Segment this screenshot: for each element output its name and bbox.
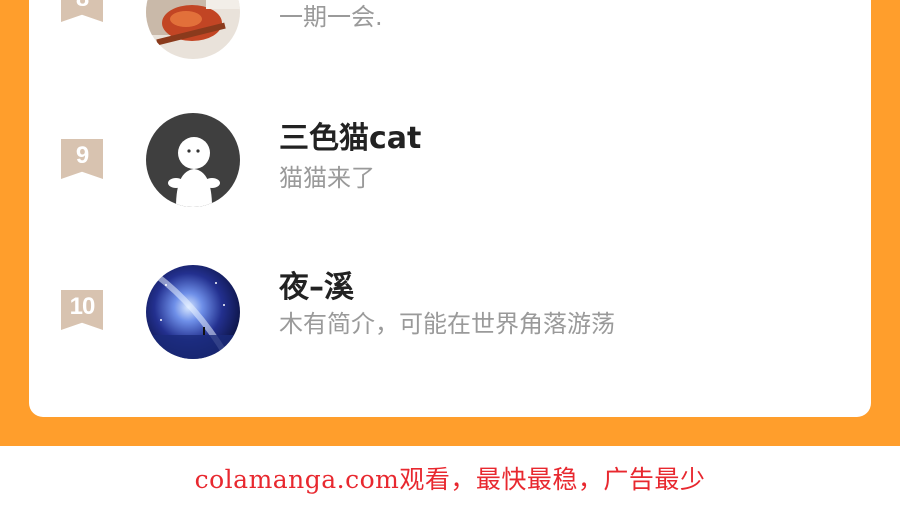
rank-number: 9 [75, 142, 89, 169]
watermark-bar: colamanga.com观看，最快最稳，广告最少 [0, 446, 900, 506]
orange-frame: 8 一期一会. 9 [0, 0, 900, 446]
user-bio: 一期一会. [279, 3, 383, 31]
rank-number: 10 [69, 293, 96, 320]
ranking-card: 8 一期一会. 9 [29, 0, 871, 417]
galaxy-avatar-icon [146, 265, 240, 359]
avatar[interactable] [146, 265, 240, 359]
user-name[interactable]: 三色猫cat [279, 113, 421, 157]
default-ghost-avatar-icon [146, 113, 240, 207]
rank-badge: 9 [61, 139, 103, 179]
rank-badge: 10 [61, 290, 103, 330]
avatar[interactable] [146, 0, 240, 59]
food-photo-avatar-icon [146, 0, 240, 59]
avatar[interactable] [146, 113, 240, 207]
list-item[interactable]: 8 一期一会. [29, 0, 871, 59]
rank-number: 8 [61, 0, 103, 13]
watermark-text: colamanga.com观看，最快最稳，广告最少 [194, 465, 706, 494]
user-name[interactable]: 夜–溪 [279, 262, 354, 306]
user-bio: 猫猫来了 [279, 164, 375, 192]
rank-badge: 8 [61, 0, 103, 22]
user-bio: 木有简介，可能在世界角落游荡 [279, 310, 615, 338]
list-item[interactable]: 9 三色猫cat 猫猫来了 [29, 110, 871, 220]
list-item[interactable]: 10 夜–溪 木有简介，可能在世界角落游荡 [29, 262, 871, 372]
